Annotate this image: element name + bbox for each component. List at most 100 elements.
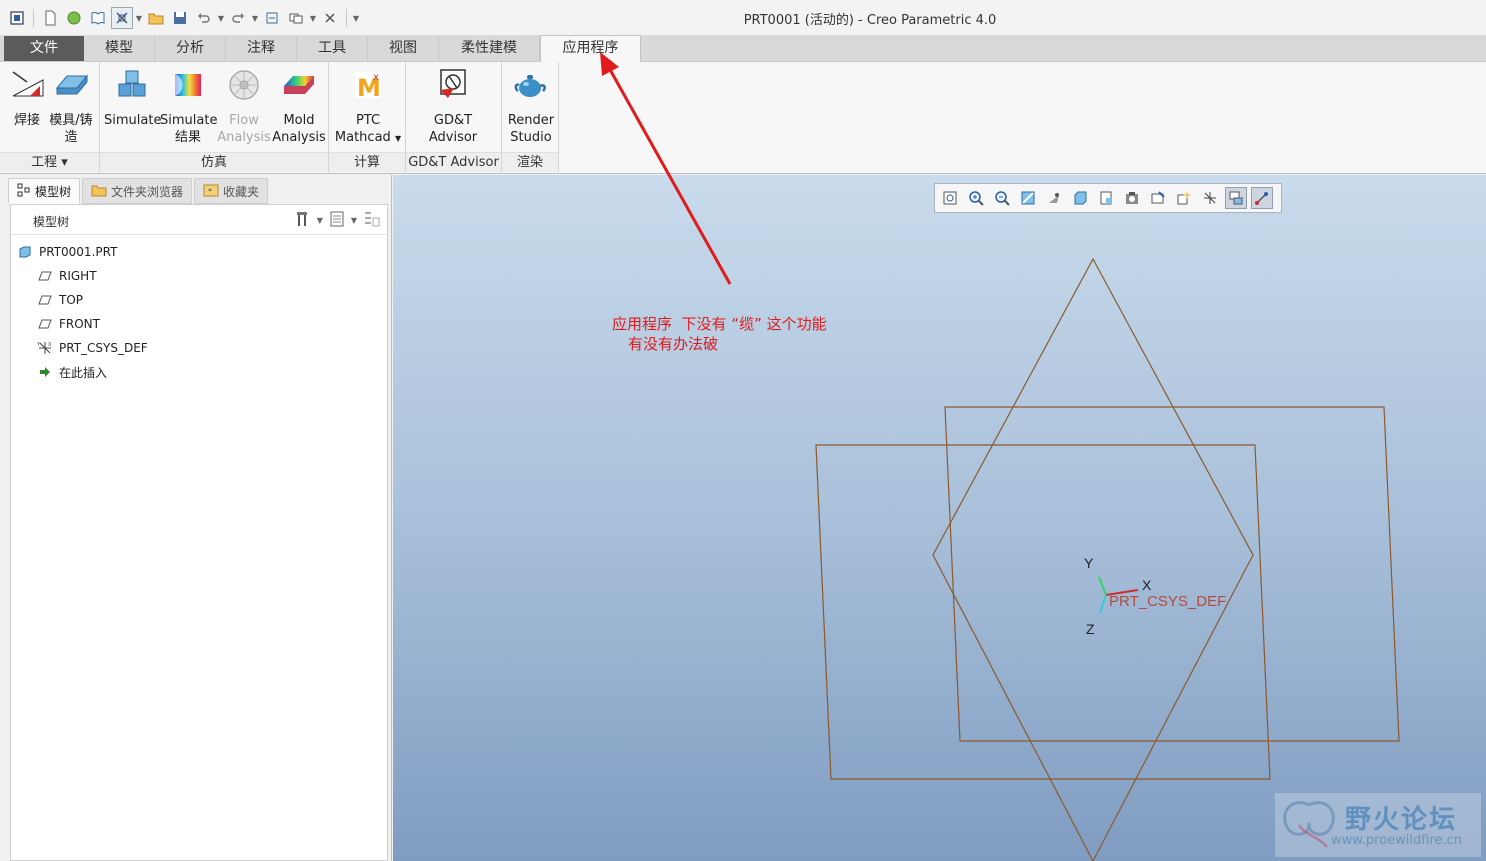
svg-text:x: x (373, 72, 379, 83)
session-icon[interactable] (63, 7, 85, 29)
close-window-icon[interactable] (319, 7, 341, 29)
datum-plane-icon (37, 268, 53, 284)
group-render: Render Studio 渲染 (502, 62, 559, 174)
annotation-text-line2: 有没有办法破 (628, 335, 719, 353)
window-title: PRT0001 (活动的) - Creo Parametric 4.0 (743, 13, 997, 28)
gdt-advisor-button[interactable]: GD&T Advisor (420, 66, 486, 146)
axis-label-y: Y (1084, 555, 1094, 571)
redo-icon[interactable] (227, 7, 249, 29)
tab-applications[interactable]: 应用程序 (540, 35, 641, 62)
flow-analysis-icon (226, 66, 262, 106)
coordinate-system-icon: YX (37, 340, 53, 356)
tab-model[interactable]: 模型 (84, 36, 155, 61)
insert-arrow-icon (37, 364, 53, 380)
csys-display-icon[interactable] (1251, 187, 1273, 209)
zoom-out-icon[interactable] (991, 187, 1013, 209)
tree-item-part[interactable]: PRT0001.PRT (17, 241, 117, 263)
mold-casting-button[interactable]: 模具/铸 造 (48, 66, 94, 146)
group-label-calculation: 计算 (329, 152, 405, 172)
welding-button[interactable]: 焊接 (6, 66, 48, 129)
window-menu-icon[interactable] (6, 7, 28, 29)
mold-analysis-icon (281, 66, 317, 106)
datum-plane-front (815, 444, 1271, 780)
settings-icon[interactable] (295, 210, 311, 230)
tree-item-front[interactable]: FRONT (37, 313, 100, 335)
book-icon[interactable] (87, 7, 109, 29)
datum-plane-top (944, 406, 1400, 742)
flow-analysis-button[interactable]: Flow Analysis (216, 66, 272, 146)
perspective-icon[interactable] (1043, 187, 1065, 209)
svg-text:X: X (48, 342, 52, 348)
zoom-in-icon[interactable] (965, 187, 987, 209)
svg-text:*: * (208, 187, 212, 196)
group-label-gdt-advisor: GD&T Advisor (406, 152, 501, 172)
tab-annotate[interactable]: 注释 (226, 36, 297, 61)
simulate-icon (114, 66, 150, 106)
teapot-icon (513, 66, 549, 106)
simulate-results-button[interactable]: Simulate 结果 (160, 66, 217, 146)
group-simulation: Simulate Simulate 结果 Flow Analysis Mold … (100, 62, 329, 174)
spin-center-icon[interactable] (1173, 187, 1195, 209)
mathcad-icon: Mx (350, 66, 386, 106)
show-icon[interactable] (329, 210, 345, 230)
chevron-down-icon[interactable]: ▼ (217, 14, 225, 23)
ribbon-panel: 焊接 模具/铸 造 工程 ▾ Simulate Simulate 结果 Flow… (0, 62, 1486, 174)
watermark-name: 野火论坛 (1345, 805, 1458, 835)
save-icon[interactable] (169, 7, 191, 29)
tab-view[interactable]: 视图 (368, 36, 439, 61)
tab-folder-browser[interactable]: 文件夹浏览器 (82, 178, 193, 204)
quick-access-toolbar: ▼ ▼ ▼ ▼ ▼ (6, 6, 360, 30)
tree-item-right[interactable]: RIGHT (37, 265, 97, 287)
tree-item-top[interactable]: TOP (37, 289, 83, 311)
refit-icon[interactable] (939, 187, 961, 209)
chevron-down-icon[interactable]: ▼ (309, 14, 317, 23)
tab-file[interactable]: 文件 (4, 36, 84, 61)
axis-label-z: Z (1086, 621, 1095, 637)
watermark: 野火论坛 www.proewildfire.cn (1275, 793, 1481, 857)
windows-icon[interactable] (285, 7, 307, 29)
tree-columns-icon[interactable] (363, 210, 381, 230)
favorites-icon: * (203, 183, 219, 200)
chevron-down-icon[interactable]: ▼ (135, 14, 143, 23)
tree-tools: ▼ ▼ (295, 210, 381, 230)
tab-analysis[interactable]: 分析 (155, 36, 226, 61)
csys-label: PRT_CSYS_DEF (1109, 593, 1226, 610)
tree-item-csys[interactable]: YX PRT_CSYS_DEF (37, 337, 148, 359)
open-folder-icon[interactable] (145, 7, 167, 29)
axis-label-x: X (1142, 577, 1152, 593)
regenerate-icon[interactable] (261, 7, 283, 29)
mold-analysis-button[interactable]: Mold Analysis (272, 66, 326, 146)
tab-model-tree[interactable]: 模型树 (8, 178, 81, 204)
annotation-display-icon[interactable] (1225, 187, 1247, 209)
group-label-engineering[interactable]: 工程 ▾ (0, 152, 99, 172)
new-file-icon[interactable] (39, 7, 61, 29)
tree-item-insert-here[interactable]: 在此插入 (37, 361, 107, 383)
watermark-logo-icon (1283, 801, 1335, 848)
ribbon-tabs: 文件 模型 分析 注释 工具 视图 柔性建模 应用程序 (0, 35, 1486, 62)
datum-display-icon[interactable] (1199, 187, 1221, 209)
gdt-advisor-icon (435, 66, 471, 106)
chevron-down-icon[interactable]: ▼ (317, 216, 323, 225)
chevron-down-icon[interactable]: ▼ (251, 14, 259, 23)
title-bar: ▼ ▼ ▼ ▼ ▼ PRT0001 (活动的) - Creo Parametri… (0, 0, 1486, 36)
tab-tools[interactable]: 工具 (297, 36, 368, 61)
model-tree: 模型树 ▼ ▼ PRT0001.PRT RIGHT TOP FRONT Y X … (10, 204, 388, 861)
render-studio-button[interactable]: Render Studio (504, 66, 558, 146)
graphics-window[interactable]: Y X Z PRT_CSYS_DEF 应用程序 下没有 “缆” 这个功能 有没有… (393, 175, 1486, 861)
tab-favorites[interactable]: * 收藏夹 (194, 178, 269, 204)
saved-views-icon[interactable] (1095, 187, 1117, 209)
repaint-icon[interactable] (1017, 187, 1039, 209)
annotation-text-line1: 应用程序 下没有 “缆” 这个功能 (612, 315, 827, 333)
ptc-mathcad-button[interactable]: Mx PTC Mathcad ▼ (333, 66, 403, 147)
chevron-down-icon[interactable]: ▼ (351, 216, 357, 225)
tab-flexible-modeling[interactable]: 柔性建模 (439, 36, 540, 61)
folder-icon (91, 183, 107, 200)
section-icon[interactable] (1147, 187, 1169, 209)
simulate-button[interactable]: Simulate (104, 66, 161, 129)
undo-icon[interactable] (193, 7, 215, 29)
view-manager-icon[interactable] (1121, 187, 1143, 209)
select-filter-icon[interactable] (111, 7, 133, 29)
display-style-icon[interactable] (1069, 187, 1091, 209)
customize-toolbar-icon[interactable]: ▼ (352, 14, 360, 23)
group-label-simulation: 仿真 (100, 152, 328, 172)
